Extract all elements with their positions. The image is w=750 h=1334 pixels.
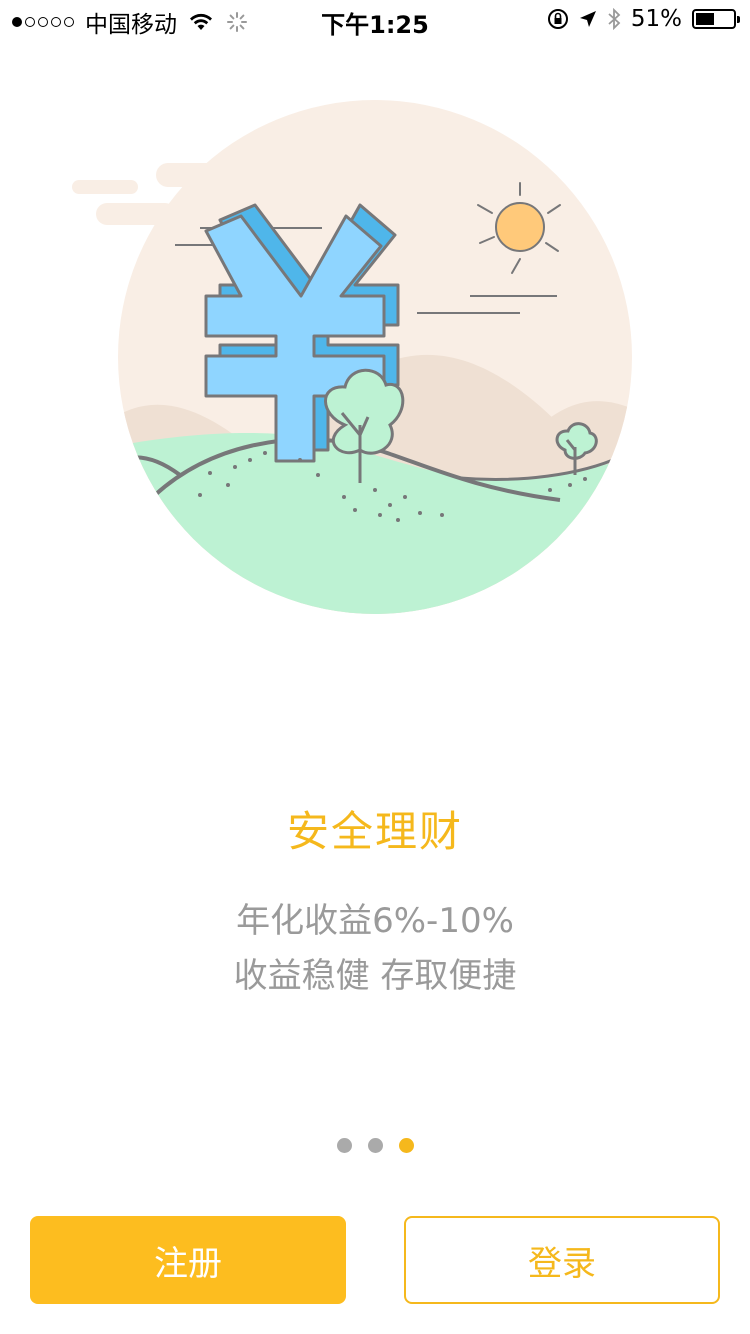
page-title: 安全理财 bbox=[286, 807, 463, 856]
onboarding-screen: 中国移动 下午1:25 51% 安全理财 年化收益6%-10% 收益稳健 存取便… bbox=[0, 0, 750, 1334]
register-button[interactable]: 注册 bbox=[30, 1216, 346, 1304]
page-dot[interactable] bbox=[367, 1138, 383, 1153]
status-bar-right: 51% bbox=[537, 6, 740, 32]
battery-percent: 51% bbox=[630, 6, 682, 32]
bluetooth-icon bbox=[608, 8, 621, 30]
battery-fill bbox=[696, 13, 715, 25]
subtitle-line-1: 年化收益6%-10% bbox=[236, 901, 514, 941]
status-bar: 中国移动 下午1:25 51% bbox=[0, 0, 750, 40]
orientation-lock-icon bbox=[547, 9, 568, 29]
subtitle-line-2: 收益稳健 存取便捷 bbox=[233, 956, 517, 996]
yuan-hill-illustration-icon bbox=[72, 100, 632, 614]
page-indicator bbox=[0, 1138, 750, 1153]
page-dot[interactable] bbox=[336, 1138, 352, 1153]
page-dot-active[interactable] bbox=[398, 1138, 414, 1153]
login-button[interactable]: 登录 bbox=[404, 1216, 720, 1304]
location-arrow-icon bbox=[579, 11, 596, 27]
battery-icon bbox=[692, 9, 740, 29]
